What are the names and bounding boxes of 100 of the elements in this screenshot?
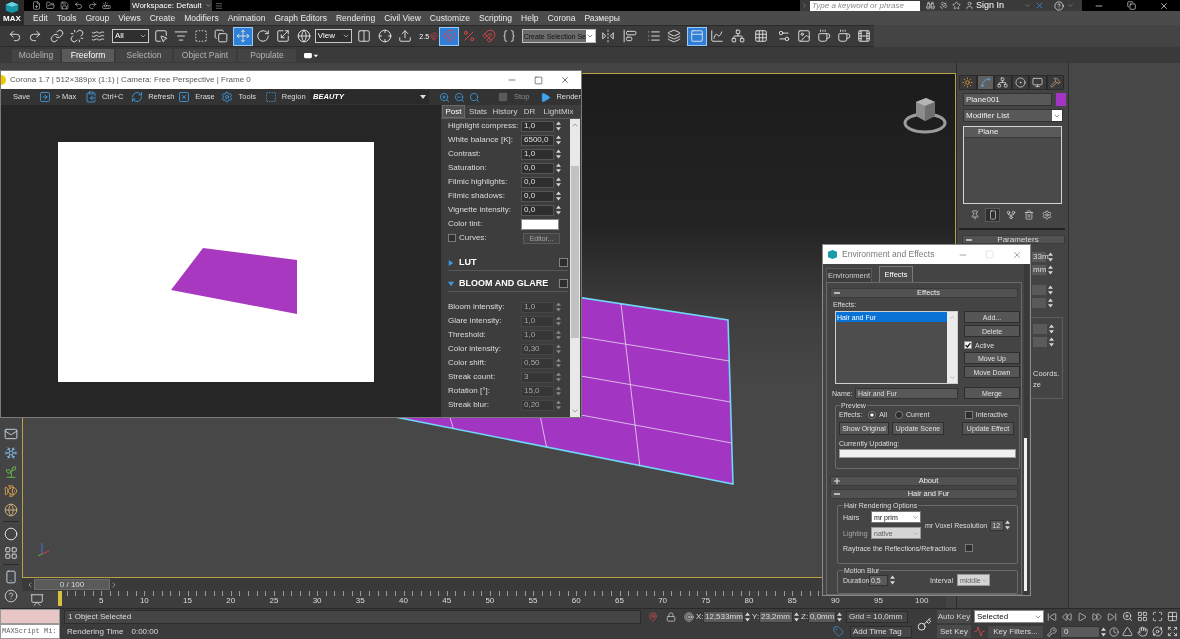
spinner-arrows-icon[interactable] (556, 149, 561, 159)
key-icon[interactable] (916, 616, 932, 632)
globe-icon[interactable] (4, 502, 18, 517)
menu-item[interactable]: Animation (227, 13, 266, 23)
time-slider-thumb[interactable]: 0 / 100 (34, 579, 110, 590)
sign-in-link[interactable]: Sign In (976, 1, 1005, 10)
key-filters-button[interactable]: Key Filters... (988, 625, 1043, 638)
timeline-config-icon[interactable] (30, 593, 44, 607)
scrollbar-thumb[interactable] (1024, 438, 1027, 591)
spinner-arrows-icon[interactable] (556, 163, 561, 173)
checkbox[interactable] (559, 279, 568, 288)
spinner-arrows-icon[interactable] (1049, 323, 1054, 334)
radio-button[interactable] (895, 410, 903, 419)
spinner-arrows-icon[interactable] (556, 316, 561, 326)
number-field[interactable]: 1,0 (521, 148, 554, 160)
menu-item[interactable]: Create (149, 13, 176, 23)
auto-key-button[interactable]: Auto Key (937, 610, 971, 623)
spinner-arrows-icon[interactable] (556, 372, 561, 382)
menu-item[interactable]: Размеры (584, 13, 620, 23)
number-field[interactable]: 1,0 (521, 301, 554, 313)
spinner-arrows-icon[interactable] (556, 302, 561, 312)
coordinate-field[interactable]: 0,0mm (808, 610, 836, 623)
ribbon-tab[interactable]: Freeform (62, 48, 114, 62)
ribbon-tab[interactable]: Object Paint (174, 48, 236, 62)
quad-grid-icon[interactable] (1167, 611, 1178, 622)
checkbox[interactable] (559, 258, 568, 267)
rollout-header[interactable]: Parameters (962, 235, 1065, 244)
number-field[interactable]: 0,0 (521, 204, 554, 216)
command-panel-tab[interactable] (994, 75, 1012, 90)
number-field[interactable]: 0,0 (521, 162, 554, 174)
spinner-arrows-icon[interactable] (556, 191, 561, 201)
key-mode-icon[interactable] (1047, 626, 1057, 637)
fish-icon[interactable] (4, 483, 18, 498)
minus-icon[interactable] (966, 238, 972, 241)
number-field[interactable]: 0,0 (521, 190, 554, 202)
spinner-arrows-icon[interactable] (1048, 251, 1053, 262)
spinner-arrows-icon[interactable] (1048, 264, 1053, 275)
clock-icon[interactable] (1109, 626, 1119, 637)
object-color-swatch[interactable] (1056, 93, 1066, 106)
link-button[interactable] (47, 26, 67, 46)
panel-tab[interactable]: History (491, 105, 519, 118)
panel-tab[interactable]: Stats (467, 105, 489, 118)
spinner-arrows-icon[interactable] (837, 611, 842, 622)
zoom-in-icon[interactable] (1122, 611, 1133, 622)
help-icon[interactable] (4, 588, 18, 603)
scrollbar-thumb[interactable] (571, 166, 579, 338)
rewind-icon[interactable] (1062, 611, 1072, 622)
set-key-button[interactable]: Set Key (937, 625, 971, 638)
spinner-arrows-icon[interactable] (1048, 284, 1053, 295)
menu-item[interactable]: Customize (429, 13, 470, 23)
number-field[interactable]: 0,20 (521, 399, 554, 411)
envelope-icon[interactable] (4, 426, 18, 441)
spinner-arrows-icon[interactable] (556, 358, 561, 368)
spinner-arrows-icon[interactable] (1005, 520, 1011, 530)
number-field[interactable]: 0,0 (521, 176, 554, 188)
coordinate-field[interactable]: 12,533mm (703, 610, 744, 623)
close-icon[interactable] (1158, 0, 1169, 11)
command-panel-tab[interactable] (959, 75, 977, 90)
checkbox[interactable] (964, 410, 973, 419)
maxscript-listener-field[interactable] (0, 609, 60, 624)
satellite-icon[interactable] (939, 1, 948, 10)
grid-icon[interactable] (4, 545, 18, 560)
section-title[interactable]: BLOOM AND GLARE (459, 279, 549, 288)
redo-icon[interactable] (88, 1, 97, 10)
plus-icon[interactable] (834, 478, 840, 484)
spinner-arrows-icon[interactable] (1048, 297, 1053, 308)
number-field[interactable]: 3 (521, 371, 554, 383)
spinner-arrows-icon[interactable] (556, 344, 561, 354)
zoom-in-icon[interactable] (438, 91, 450, 103)
hand-icon[interactable] (1137, 626, 1148, 637)
stack-tool-button[interactable] (985, 208, 1000, 222)
menu-item[interactable]: Graph Editors (274, 13, 327, 23)
modifier-list-dropdown[interactable]: Modifier List (963, 109, 1063, 122)
number-field[interactable]: 1,0 (521, 315, 554, 327)
checkbox[interactable] (964, 341, 972, 349)
ribbon-tab[interactable]: Selection (116, 48, 172, 62)
panel-tab[interactable]: LightMix (540, 105, 577, 118)
color-swatch[interactable] (521, 218, 559, 230)
command-panel-tab[interactable] (1029, 75, 1047, 90)
orbit-icon[interactable] (1152, 626, 1163, 637)
number-field[interactable]: 33m (1032, 251, 1046, 262)
new-file-icon[interactable] (32, 1, 41, 10)
snowflake-icon[interactable] (4, 445, 18, 460)
panel-tab[interactable]: Post (442, 105, 465, 118)
coordinate-field[interactable]: 23,2mm (759, 610, 793, 623)
workspace-dropdown[interactable]: Workspace: Default (130, 0, 212, 11)
unlink-button[interactable] (67, 26, 87, 46)
spinner-arrows-icon[interactable] (556, 400, 561, 410)
skip-forward-icon[interactable] (1107, 611, 1117, 622)
search-icon[interactable] (468, 91, 480, 103)
folder-icon[interactable] (46, 1, 55, 10)
number-field[interactable]: 1,0 (521, 329, 554, 341)
number-field[interactable]: mm (1032, 264, 1046, 275)
target-icon[interactable] (684, 611, 694, 622)
spinner-arrows-icon[interactable] (556, 330, 561, 340)
number-field[interactable]: 1,0 (521, 120, 554, 132)
lock-icon[interactable] (666, 611, 676, 622)
move-button[interactable] (232, 26, 253, 46)
menu-item[interactable]: Civil View (384, 13, 421, 23)
object-name-field[interactable]: Plane001 (963, 93, 1052, 106)
